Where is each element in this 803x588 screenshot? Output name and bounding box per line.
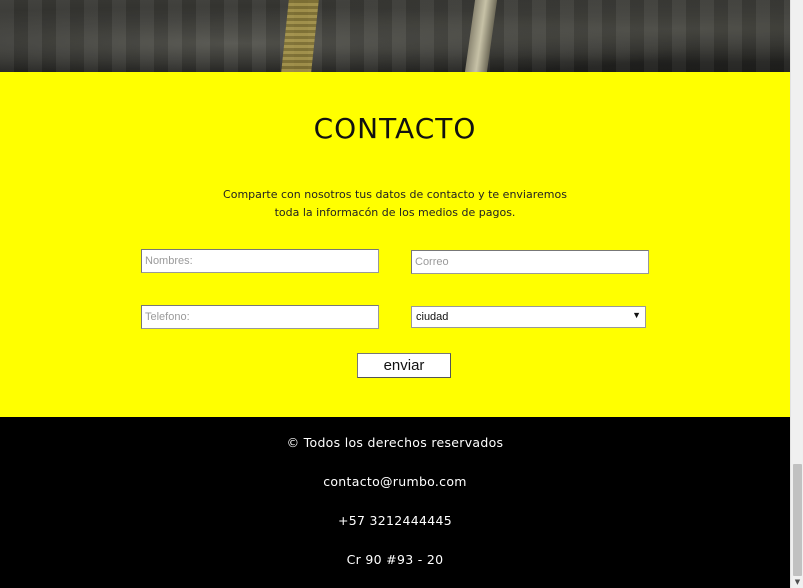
contact-description-line-1: Comparte con nosotros tus datos de conta… xyxy=(223,188,567,201)
correo-input[interactable] xyxy=(411,250,649,274)
footer: © Todos los derechos reservados contacto… xyxy=(0,417,790,588)
ciudad-select[interactable]: ciudad ▼ xyxy=(411,306,646,328)
hero-image xyxy=(0,0,790,72)
page-scrollbar[interactable]: ▼ xyxy=(790,0,803,588)
page-content: CONTACTO Comparte con nosotros tus datos… xyxy=(0,0,790,588)
contact-description-line-2: toda la informacón de los medios de pago… xyxy=(274,206,516,219)
footer-copyright: © Todos los derechos reservados xyxy=(286,435,504,450)
scroll-down-arrow-icon[interactable]: ▼ xyxy=(791,576,803,588)
footer-phone: +57 3212444445 xyxy=(337,513,453,528)
telefono-input[interactable] xyxy=(141,305,379,329)
nombres-input[interactable] xyxy=(141,249,379,273)
hero-floor xyxy=(0,0,790,72)
page: CONTACTO Comparte con nosotros tus datos… xyxy=(0,0,803,588)
ciudad-select-value: ciudad xyxy=(416,311,449,323)
footer-address: Cr 90 #93 - 20 xyxy=(346,552,444,567)
footer-email: contacto@rumbo.com xyxy=(323,474,467,489)
scrollbar-thumb[interactable] xyxy=(793,464,802,576)
contact-section: CONTACTO Comparte con nosotros tus datos… xyxy=(0,72,790,417)
caret-down-icon: ▼ xyxy=(632,310,641,320)
enviar-button[interactable]: enviar xyxy=(357,353,451,378)
contact-title: CONTACTO xyxy=(313,112,477,145)
contact-description: Comparte con nosotros tus datos de conta… xyxy=(195,186,595,222)
